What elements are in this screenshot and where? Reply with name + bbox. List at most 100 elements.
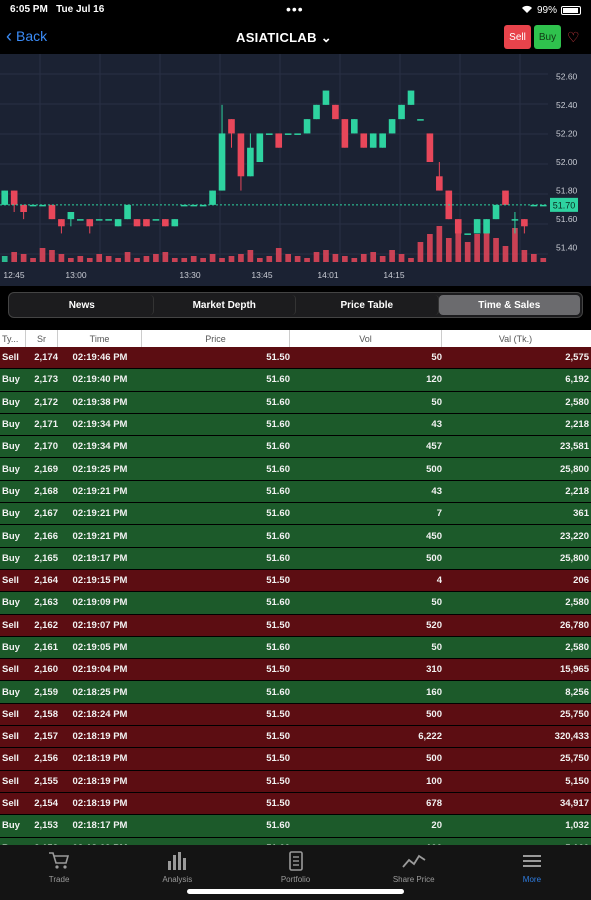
cell-price: 51.50 [266, 664, 290, 676]
table-row[interactable]: Buy 2,172 02:19:38 PM 51.60 50 2,580 [0, 391, 591, 414]
table-row[interactable]: Buy 2,170 02:19:34 PM 51.60 457 23,581 [0, 436, 591, 459]
table-row[interactable]: Sell 2,154 02:18:19 PM 51.50 678 34,917 [0, 792, 591, 816]
header-price[interactable]: Price [142, 330, 290, 347]
tab-market-depth[interactable]: Market Depth [154, 295, 296, 315]
table-row[interactable]: Buy 2,173 02:19:40 PM 51.60 120 6,192 [0, 369, 591, 392]
tab-trade-label: Trade [48, 875, 70, 884]
tab-news[interactable]: News [11, 295, 154, 315]
table-row[interactable]: Buy2,15202:18:09 PM51.601005,160 [0, 837, 591, 845]
tab-portfolio-label: Portfolio [280, 875, 311, 884]
table-row[interactable]: Sell 2,162 02:19:07 PM 51.50 520 26,780 [0, 614, 591, 637]
tab-more[interactable]: More [473, 845, 591, 900]
table-row[interactable]: Buy 2,168 02:19:21 PM 51.60 43 2,218 [0, 480, 591, 504]
candle-body [237, 133, 245, 177]
symbol-selector[interactable]: ASIATICLAB ⌄ [236, 30, 332, 46]
chart-canvas: 51.70 52.60 52.40 52.20 52.00 51.80 51.60 51.40… [0, 54, 578, 280]
table-row[interactable]: Sell 2,157 02:18:19 PM 51.50 6,222 320,433 [0, 726, 591, 749]
cell-sr: 2,170 [34, 441, 58, 453]
wifi-icon [521, 4, 533, 17]
y-tick-label: 51.80 [556, 186, 578, 196]
status-right: 99% [521, 4, 581, 17]
cell-type: Sell [2, 619, 19, 631]
cell-type: Buy [2, 552, 20, 564]
table-row[interactable]: Sell 2,155 02:18:19 PM 51.50 100 5,150 [0, 770, 591, 793]
sell-button[interactable]: Sell [504, 25, 531, 49]
candle-body [464, 233, 471, 235]
heart-icon[interactable]: ♡ [567, 29, 580, 46]
table-row[interactable]: Sell 2,158 02:18:24 PM 51.50 500 25,750 [0, 703, 591, 727]
volume-bar [304, 258, 310, 262]
candle-body [247, 147, 254, 177]
cell-val: 25,800 [559, 552, 589, 564]
table-row[interactable]: Buy 2,171 02:19:34 PM 51.60 43 2,218 [0, 413, 591, 437]
cell-val: 8,256 [565, 686, 589, 698]
current-price-label: 51.70 [553, 200, 576, 210]
time-sales-table[interactable]: Sell 2,174 02:19:46 PM 51.50 50 2,575 Buy 2,173… [0, 347, 591, 845]
volume-bar [171, 258, 178, 262]
tab-price-table[interactable]: Price Table [296, 295, 439, 315]
x-tick-label: 13:45 [251, 270, 273, 280]
cell-sr: 2,174 [34, 352, 58, 364]
table-row[interactable]: Buy 2,167 02:19:21 PM 51.60 7 361 [0, 503, 591, 526]
volume-bar [143, 256, 150, 262]
cell-type: Buy [2, 396, 20, 408]
tab-trade[interactable]: Trade [0, 845, 118, 900]
buy-button[interactable]: Buy [534, 25, 561, 49]
candle-body [1, 190, 9, 205]
table-row[interactable]: Buy 2,161 02:19:05 PM 51.60 50 2,580 [0, 636, 591, 660]
cell-price: 51.60 [266, 642, 290, 653]
table-row[interactable]: Sell 2,164 02:19:15 PM 51.50 4 206 [0, 569, 591, 593]
volume-bar [115, 258, 121, 262]
cell-sr: 2,162 [34, 619, 58, 631]
cell-val: 1,032 [565, 820, 589, 832]
cell-price: 51.60 [266, 441, 290, 453]
cell-val: 2,218 [565, 485, 589, 497]
price-chart[interactable]: 51.70 52.60 52.40 52.20 52.00 51.80 51.60 51.40… [0, 54, 591, 286]
cell-type: Sell [2, 664, 19, 676]
header-sr[interactable]: Sr [26, 330, 58, 347]
cell-time: 02:18:25 PM [72, 686, 128, 698]
cell-price: 51.60 [266, 530, 290, 542]
multitask-dots-icon[interactable]: ••• [286, 1, 304, 17]
back-button[interactable]: ‹ Back [6, 27, 47, 45]
table-row[interactable]: Sell 2,174 02:19:46 PM 51.50 50 2,575 [0, 347, 591, 370]
volume-bar [275, 248, 282, 262]
cell-val: 23,581 [559, 441, 589, 453]
table-row[interactable]: Buy 2,163 02:19:09 PM 51.60 50 2,580 [0, 592, 591, 615]
header-val[interactable]: Val (Tk.) [442, 330, 591, 347]
cell-type: Buy [2, 508, 20, 520]
candle-body [360, 133, 368, 148]
cell-vol: 310 [426, 664, 442, 676]
cell-vol: 50 [431, 352, 442, 364]
cell-val: 23,220 [559, 530, 589, 542]
cell-val: 25,750 [559, 708, 589, 720]
cell-vol: 500 [426, 708, 442, 720]
table-row[interactable]: Buy 2,165 02:19:17 PM 51.60 500 25,800 [0, 547, 591, 570]
table-row[interactable]: Sell 2,156 02:18:19 PM 51.50 500 25,750 [0, 748, 591, 771]
cell-type: Buy [2, 686, 20, 698]
volume-bar [398, 254, 405, 262]
table-row[interactable]: Buy 2,166 02:19:21 PM 51.60 450 23,220 [0, 525, 591, 548]
candle-body [407, 90, 415, 105]
table-row[interactable]: Buy 2,159 02:18:25 PM 51.60 160 8,256 [0, 681, 591, 704]
cell-time: 02:19:38 PM [72, 396, 128, 408]
volume-bar [294, 256, 301, 262]
cell-time: 02:19:04 PM [72, 664, 128, 676]
volume-bar [162, 252, 169, 262]
cell-type: Sell [2, 352, 19, 364]
cell-sr: 2,152 [26, 838, 58, 845]
header-time[interactable]: Time [58, 330, 142, 347]
table-row[interactable]: Sell 2,160 02:19:04 PM 51.50 310 15,965 [0, 659, 591, 682]
cell-sr: 2,169 [34, 463, 58, 475]
tab-time-and-sales[interactable]: Time & Sales [438, 295, 580, 315]
header-type[interactable]: Ty... [0, 330, 26, 347]
header-vol[interactable]: Vol [290, 330, 442, 347]
table-row[interactable]: Buy 2,153 02:18:17 PM 51.60 20 1,032 [0, 815, 591, 838]
cell-time: 02:18:19 PM [72, 753, 128, 765]
volume-bar [455, 230, 462, 262]
table-row[interactable]: Buy 2,169 02:19:25 PM 51.60 500 25,800 [0, 458, 591, 481]
cell-price: 51.60 [266, 396, 290, 408]
cell-price: 51.50 [266, 619, 290, 631]
cell-time: 02:18:17 PM [72, 820, 128, 832]
candle-body [511, 219, 519, 221]
